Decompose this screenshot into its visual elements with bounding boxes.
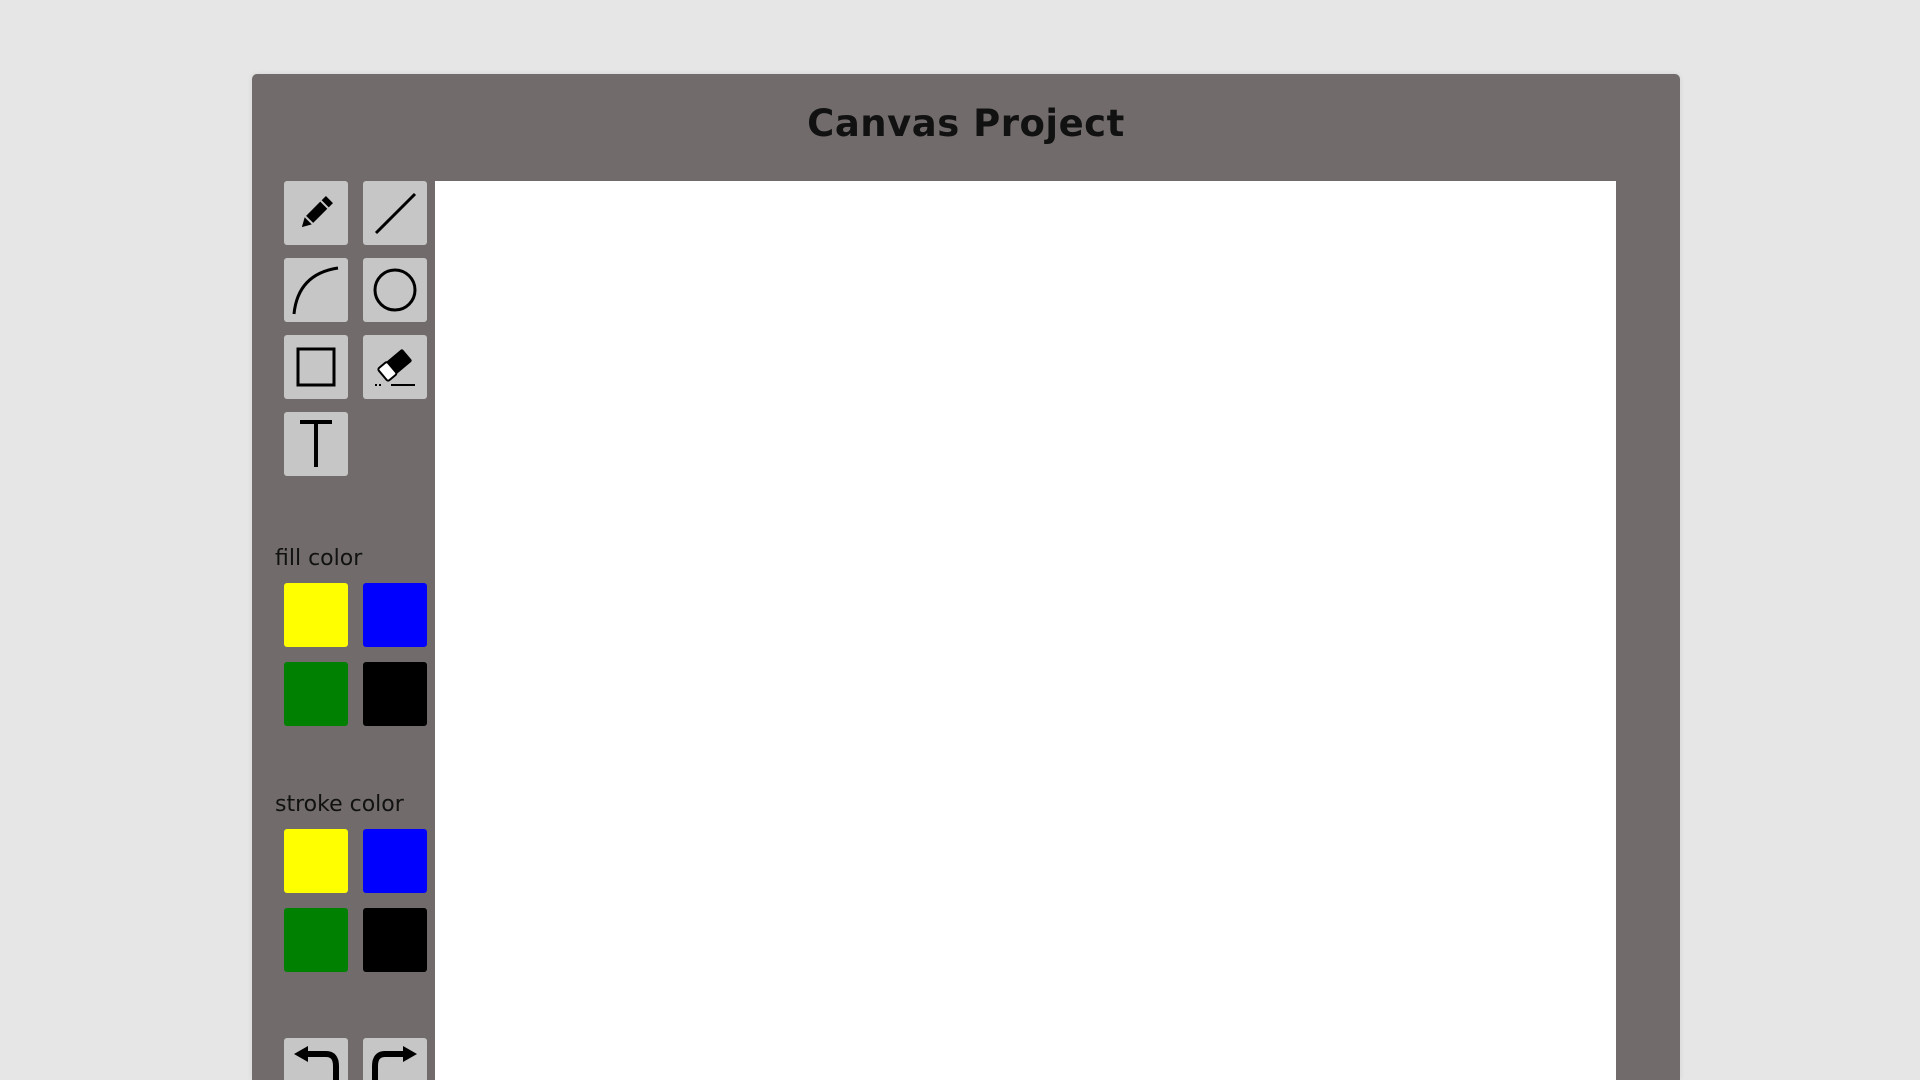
fill-color-green-swatch[interactable] xyxy=(284,662,348,726)
rectangle-tool-button[interactable] xyxy=(284,335,348,399)
rectangle-icon xyxy=(296,347,336,387)
stroke-color-label: stroke color xyxy=(275,792,404,817)
circle-icon xyxy=(373,268,417,312)
line-tool-button[interactable] xyxy=(363,181,427,245)
eraser-tool-button[interactable] xyxy=(363,335,427,399)
redo-button[interactable] xyxy=(363,1038,427,1080)
eraser-icon xyxy=(375,349,415,386)
pencil-tool-button[interactable] xyxy=(284,181,348,245)
fill-color-blue-swatch[interactable] xyxy=(363,583,427,647)
app-window: Canvas Project fill color stroke color xyxy=(252,74,1680,1080)
line-icon xyxy=(374,192,417,235)
redo-icon xyxy=(372,1046,417,1080)
text-tool-button[interactable] xyxy=(284,412,348,476)
curve-icon xyxy=(292,266,339,315)
fill-color-black-swatch[interactable] xyxy=(363,662,427,726)
curve-tool-button[interactable] xyxy=(284,258,348,322)
circle-tool-button[interactable] xyxy=(363,258,427,322)
undo-button[interactable] xyxy=(284,1038,348,1080)
fill-color-label: fill color xyxy=(275,546,363,571)
stroke-color-yellow-swatch[interactable] xyxy=(284,829,348,893)
stroke-color-green-swatch[interactable] xyxy=(284,908,348,972)
fill-color-yellow-swatch[interactable] xyxy=(284,583,348,647)
undo-icon xyxy=(294,1046,339,1080)
pencil-icon xyxy=(301,196,333,228)
page-title: Canvas Project xyxy=(807,102,1125,145)
drawing-canvas[interactable] xyxy=(435,181,1616,1080)
text-icon xyxy=(300,420,332,467)
stroke-color-black-swatch[interactable] xyxy=(363,908,427,972)
stroke-color-blue-swatch[interactable] xyxy=(363,829,427,893)
